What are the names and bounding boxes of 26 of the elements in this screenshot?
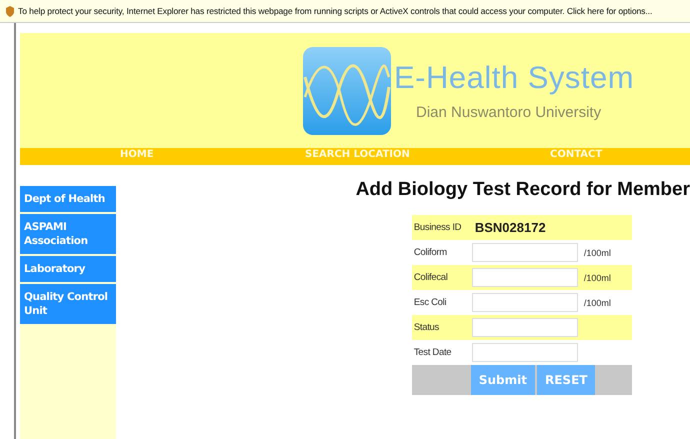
input-field[interactable] [472, 243, 578, 262]
form-title: Add Biology Test Record for Member [356, 179, 690, 201]
unit-label: /100ml [582, 248, 612, 258]
input-field[interactable] [472, 293, 578, 312]
logo-icon [303, 46, 391, 134]
field-label: Esc Coli [412, 297, 448, 308]
field-label: Test Date [412, 347, 452, 358]
field-label: Business ID [412, 222, 462, 233]
unit-label: /100ml [582, 298, 612, 308]
unit-label: /100ml [582, 272, 612, 282]
site-title: E-Health System [394, 60, 634, 96]
reset-button[interactable]: RESET [536, 365, 596, 395]
sidebar-item[interactable]: ASPAMI Association [20, 214, 116, 254]
sidebar-item[interactable]: Laboratory [20, 256, 116, 282]
site-subtitle: Dian Nuswantoro University [416, 104, 602, 121]
field-label: Colifecal [412, 272, 449, 283]
business-id-value: BSN028172 [474, 220, 547, 235]
sidebar-item[interactable]: Dept of Health [20, 186, 116, 212]
field-label: Status [412, 322, 440, 333]
input-field[interactable] [472, 268, 578, 287]
input-field[interactable] [472, 318, 578, 337]
input-field[interactable] [472, 343, 578, 362]
field-label: Coliform [412, 247, 448, 258]
submit-button[interactable]: Submit [470, 365, 535, 395]
sidebar-item[interactable]: Quality Control Unit [20, 284, 116, 324]
shield-icon [6, 6, 14, 16]
